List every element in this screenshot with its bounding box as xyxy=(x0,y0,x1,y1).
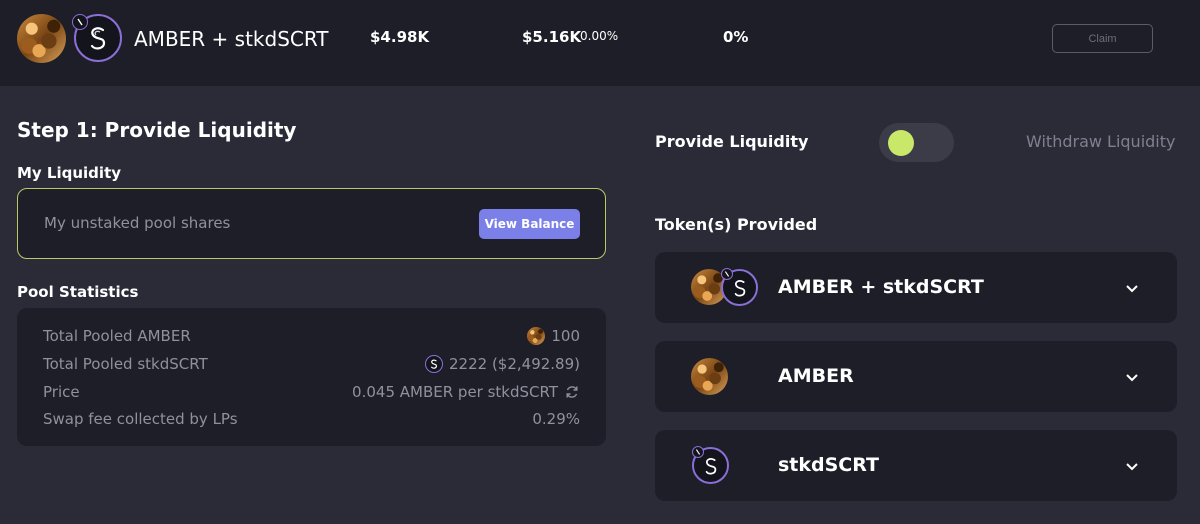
view-balance-button[interactable]: View Balance xyxy=(479,209,580,239)
step-title: Step 1: Provide Liquidity xyxy=(17,118,297,142)
tvl-value: $4.98K xyxy=(370,28,430,46)
unstaked-shares-label: My unstaked pool shares xyxy=(44,214,231,232)
token-name: AMBER xyxy=(778,365,854,387)
withdraw-liquidity-label[interactable]: Withdraw Liquidity xyxy=(1026,132,1175,151)
volume-change: 0.00% xyxy=(580,29,619,43)
amber-token-icon xyxy=(527,327,546,345)
amber-token-icon xyxy=(17,14,66,63)
pool-header-bar: AMBER + stkdSCRT $4.98K $5.16K 0.00% 0% … xyxy=(0,0,1200,86)
staking-badge-icon xyxy=(721,268,733,280)
apr-value: 0% xyxy=(723,28,749,46)
stat-label: Total Pooled AMBER xyxy=(43,327,191,345)
toggle-knob xyxy=(888,130,914,156)
stkdscrt-token-icon xyxy=(425,355,443,373)
staking-badge-icon xyxy=(692,446,704,458)
chevron-down-icon[interactable] xyxy=(1125,458,1139,477)
stat-value: 2222 ($2,492.89) xyxy=(449,355,580,373)
swap-refresh-icon[interactable] xyxy=(564,384,580,400)
stat-label: Price xyxy=(43,383,80,401)
chevron-down-icon[interactable] xyxy=(1125,280,1139,299)
provide-liquidity-label[interactable]: Provide Liquidity xyxy=(655,132,808,151)
stat-row: Swap fee collected by LPs 0.29% xyxy=(43,410,580,430)
token-card-amber-stkdscrt[interactable]: AMBER + stkdSCRT xyxy=(655,252,1177,323)
stat-value: 0.045 AMBER per stkdSCRT xyxy=(352,383,558,401)
stat-value: 0.29% xyxy=(532,410,580,428)
chevron-down-icon[interactable] xyxy=(1125,369,1139,388)
token-name: stkdSCRT xyxy=(778,454,879,476)
stat-row: Total Pooled stkdSCRT 2222 ($2,492.89) xyxy=(43,355,580,375)
stat-value: 100 xyxy=(551,327,580,345)
pool-statistics-title: Pool Statistics xyxy=(17,283,139,301)
tokens-provided-title: Token(s) Provided xyxy=(655,215,818,234)
pool-pair-name: AMBER + stkdSCRT xyxy=(134,27,329,51)
claim-button[interactable]: Claim xyxy=(1052,24,1153,53)
staking-badge-icon xyxy=(72,14,88,30)
my-liquidity-title: My Liquidity xyxy=(17,164,122,182)
provide-withdraw-toggle[interactable] xyxy=(879,123,954,162)
pool-statistics-panel: Total Pooled AMBER 100 Total Pooled stkd… xyxy=(17,308,606,446)
amber-token-icon xyxy=(691,358,728,395)
stat-label: Total Pooled stkdSCRT xyxy=(43,355,208,373)
my-liquidity-panel: My unstaked pool shares View Balance xyxy=(17,188,606,259)
stat-row: Total Pooled AMBER 100 xyxy=(43,327,580,347)
token-card-stkdscrt[interactable]: stkdSCRT xyxy=(655,430,1177,501)
volume-value: $5.16K xyxy=(522,28,582,46)
stat-label: Swap fee collected by LPs xyxy=(43,410,238,428)
token-name: AMBER + stkdSCRT xyxy=(778,276,984,298)
token-card-amber[interactable]: AMBER xyxy=(655,341,1177,412)
stat-row: Price 0.045 AMBER per stkdSCRT xyxy=(43,383,580,403)
